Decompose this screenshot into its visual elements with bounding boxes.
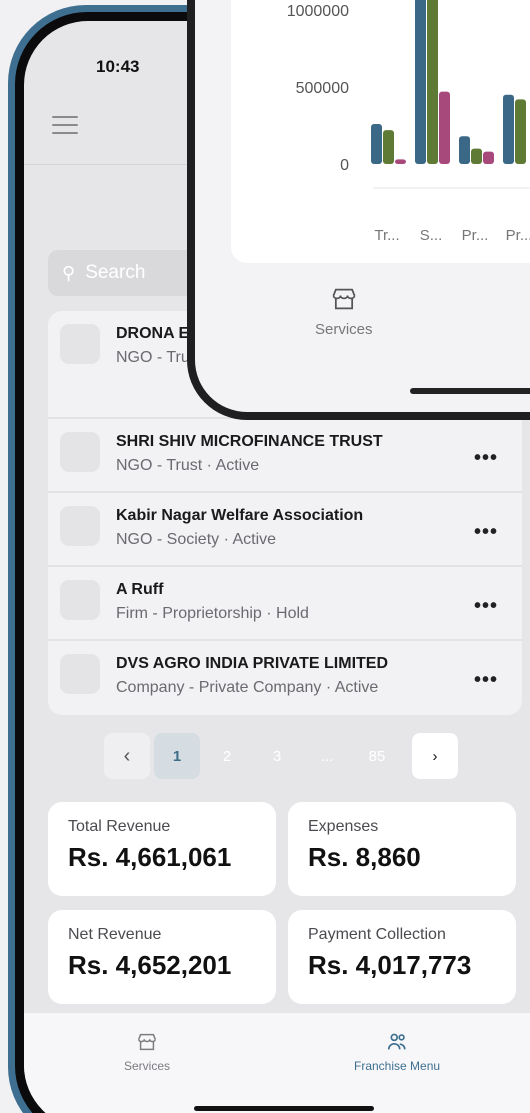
- y-tick-label: 0: [340, 157, 349, 174]
- entity-name: Kabir Nagar Welfare Association: [116, 507, 364, 524]
- list-item[interactable]: DVS AGRO INDIA PRIVATE LIMITED Company -…: [48, 641, 522, 715]
- x-tick-label: Tr...: [374, 227, 399, 244]
- tab-services[interactable]: Services: [124, 1031, 170, 1073]
- chart-card: 1000000 500000 0 Tr... S... Pr... Pr...: [231, 0, 530, 263]
- pagination: ‹ 1 2 3 ... 85 ›: [104, 733, 462, 779]
- tab-label: Services: [124, 1059, 171, 1073]
- list-item[interactable]: Kabir Nagar Welfare Association NGO - So…: [48, 493, 522, 567]
- chart-bar: [383, 130, 394, 164]
- tab-label: Franchise Menu: [354, 1059, 441, 1073]
- x-tick-label: Pr...: [462, 227, 489, 244]
- stat-card-total-revenue: Total Revenue Rs. 4,661,061: [48, 802, 276, 896]
- page-button-2[interactable]: 2: [204, 733, 250, 779]
- status-time: 10:43: [96, 57, 140, 76]
- stat-value: Rs. 4,661,061: [68, 842, 232, 872]
- next-page-button[interactable]: ›: [412, 733, 458, 779]
- entity-avatar: [60, 324, 100, 364]
- chart-bar: [459, 136, 470, 164]
- y-tick-label: 500000: [296, 80, 349, 97]
- stat-label: Net Revenue: [68, 926, 162, 943]
- chart-bar: [439, 91, 450, 164]
- page-ellipsis: ...: [320, 747, 334, 765]
- prev-page-button[interactable]: ‹: [104, 733, 150, 779]
- users-icon: [387, 1033, 406, 1050]
- chart-bar: [427, 0, 438, 164]
- chart-bar: [471, 148, 482, 164]
- more-options-button[interactable]: •••: [474, 521, 498, 544]
- list-item[interactable]: SHRI SHIV MICROFINANCE TRUST NGO - Trust…: [48, 419, 522, 493]
- entity-subtitle: NGO - Society · Active: [116, 531, 277, 548]
- more-options-button[interactable]: •••: [474, 447, 498, 470]
- bottom-tab-bar: Services Franchise Menu: [24, 1013, 530, 1113]
- stat-label: Expenses: [308, 818, 379, 835]
- stat-value: Rs. 4,017,773: [308, 950, 472, 980]
- more-options-button[interactable]: •••: [474, 669, 498, 692]
- chart-bar: [371, 123, 382, 164]
- entity-name: SHRI SHIV MICROFINANCE TRUST: [116, 433, 383, 450]
- bar-chart: 1000000 500000 0 Tr... S... Pr... Pr...: [287, 0, 530, 244]
- tab-label: Services: [315, 321, 373, 338]
- stat-value: Rs. 8,860: [308, 842, 421, 872]
- entity-subtitle: Firm - Proprietorship · Hold: [116, 605, 309, 622]
- stat-card-payment-collection: Payment Collection Rs. 4,017,773: [288, 910, 516, 1004]
- menu-icon[interactable]: [52, 116, 78, 134]
- stat-card-expenses: Expenses Rs. 8,860: [288, 802, 516, 896]
- stat-value: Rs. 4,652,201: [68, 950, 232, 980]
- stat-label: Payment Collection: [308, 926, 446, 943]
- entity-name: A Ruff: [116, 581, 164, 598]
- chart-bar: [395, 159, 406, 164]
- stat-card-net-revenue: Net Revenue Rs. 4,652,201: [48, 910, 276, 1004]
- phone-frame-front: 1000000 500000 0 Tr... S... Pr... Pr... Servic…: [187, 0, 530, 420]
- entity-avatar: [60, 654, 100, 694]
- chart-bar: [503, 94, 514, 164]
- chart-bar: [515, 99, 526, 164]
- search-placeholder: Search: [85, 262, 146, 283]
- entity-avatar: [60, 580, 100, 620]
- page-button-last[interactable]: 85: [354, 733, 400, 779]
- tab-services-front[interactable]: Services: [315, 285, 373, 338]
- entity-avatar: [60, 432, 100, 472]
- home-indicator: [410, 388, 530, 394]
- page-button-1[interactable]: 1: [154, 733, 200, 779]
- entity-subtitle: NGO - Trust · Active: [116, 457, 260, 474]
- stat-label: Total Revenue: [68, 818, 171, 835]
- more-options-button[interactable]: •••: [474, 595, 498, 618]
- store-icon: [138, 1033, 156, 1051]
- x-tick-label: Pr...: [506, 227, 530, 244]
- entity-avatar: [60, 506, 100, 546]
- phone-screen-front: 1000000 500000 0 Tr... S... Pr... Pr... Servic…: [195, 0, 530, 412]
- home-indicator: [194, 1106, 374, 1111]
- search-icon: ⚲: [62, 262, 76, 283]
- page-button-3[interactable]: 3: [254, 733, 300, 779]
- screenshot-stage: 10:43 ⚲ Search DRONA E… CHERITAB… NGO - …: [0, 0, 530, 1113]
- entity-name: DVS AGRO INDIA PRIVATE LIMITED: [116, 655, 389, 672]
- tab-franchise-menu[interactable]: Franchise Menu: [354, 1031, 440, 1073]
- y-tick-label: 1000000: [287, 3, 349, 20]
- chart-bar: [483, 151, 494, 164]
- list-item[interactable]: A Ruff Firm - Proprietorship · Hold •••: [48, 567, 522, 641]
- chart-bar: [415, 0, 426, 164]
- x-tick-label: S...: [420, 227, 443, 244]
- entity-subtitle: Company - Private Company · Active: [116, 679, 379, 696]
- store-icon: [332, 288, 356, 310]
